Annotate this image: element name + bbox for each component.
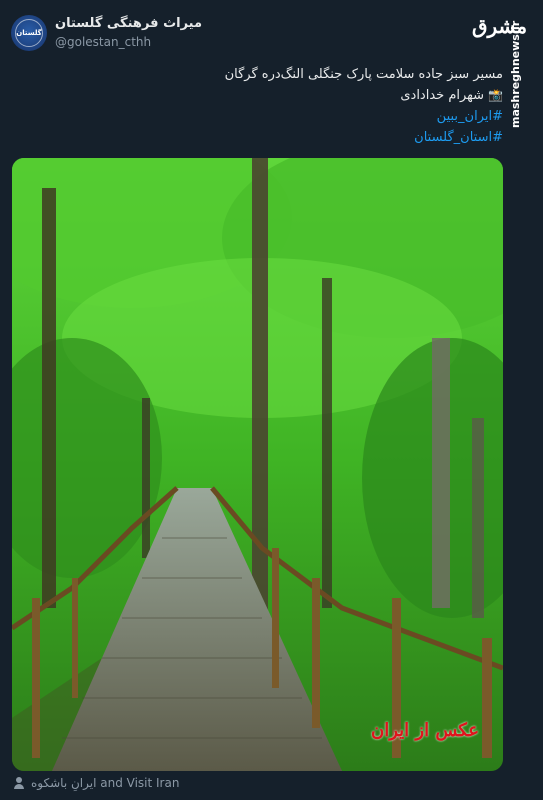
tagged-users[interactable]: ایرانِ باشکوه and Visit Iran: [13, 776, 179, 790]
brand-vertical-url: mashreghnews.ir: [509, 20, 522, 128]
camera-icon: 📸: [488, 88, 503, 102]
tweet-photo[interactable]: عکس از ایران: [12, 158, 503, 771]
tweet-line-1: مسیر سبز جاده سلامت پارک جنگلی النگ‌دره …: [224, 67, 503, 82]
account-handle[interactable]: @golestan_cthh: [55, 35, 151, 49]
account-display-name[interactable]: میراث فرهنگی گلستان: [55, 16, 202, 31]
avatar[interactable]: گلستان: [11, 15, 47, 51]
tagged-users-label: ایرانِ باشکوه and Visit Iran: [31, 776, 180, 790]
forest-boardwalk-illustration: [12, 158, 503, 771]
tweet-line-2: 📸شهرام خدادادی: [83, 85, 503, 106]
photo-watermark: عکس از ایران: [370, 720, 479, 741]
tweet-text: مسیر سبز جاده سلامت پارک جنگلی النگ‌دره …: [83, 64, 503, 148]
hashtag-link[interactable]: #استان_گلستان: [83, 127, 503, 148]
avatar-logo: گلستان: [15, 19, 43, 47]
avatar-logo-text: گلستان: [16, 29, 42, 37]
person-icon: [13, 777, 25, 789]
hashtag-link[interactable]: #ایران_ببین: [83, 106, 503, 127]
photographer-name: شهرام خدادادی: [400, 88, 485, 103]
